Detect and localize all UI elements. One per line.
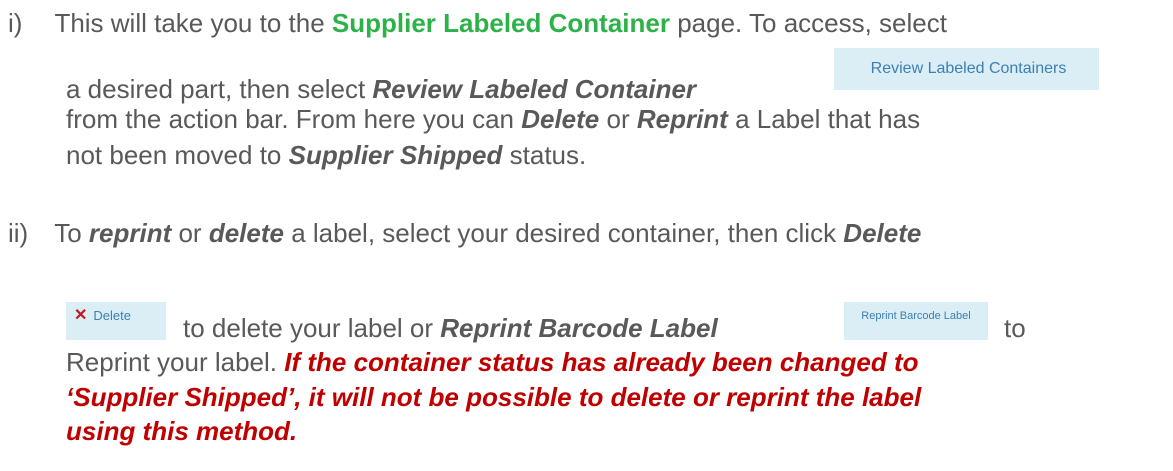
review-labeled-containers-button[interactable]: Review Labeled Containers [834,48,1099,90]
item-i-line-2: a desired part, then select Review Label… [66,74,697,104]
item-ii-line-5: using this method. [66,416,298,446]
supplier-labeled-container-text: Supplier Labeled Container [331,8,670,38]
item-ii-line-2: to delete your label or Reprint Barcode … [183,313,718,343]
item-ii-line-2-end: to [1004,313,1026,343]
item-ii-marker: ii) [8,218,29,248]
item-i-line-1: i) This will take you to the Supplier La… [8,8,947,38]
reprint-barcode-label-button[interactable]: Reprint Barcode Label [844,302,988,340]
close-x-icon: ✕ [74,307,88,324]
item-i-line-4: not been moved to Supplier Shipped statu… [66,140,587,170]
item-ii-line-1: ii) To reprint or delete a label, select… [8,218,922,248]
item-ii-line-3: Reprint your label. If the container sta… [66,347,919,377]
item-ii-line-4: ‘Supplier Shipped’, it will not be possi… [66,382,922,412]
warning-text: If the container status has already been… [284,347,919,377]
item-i-line-3: from the action bar. From here you can D… [66,104,921,134]
item-i-marker: i) [8,8,23,38]
delete-button[interactable]: ✕ Delete [66,302,166,340]
